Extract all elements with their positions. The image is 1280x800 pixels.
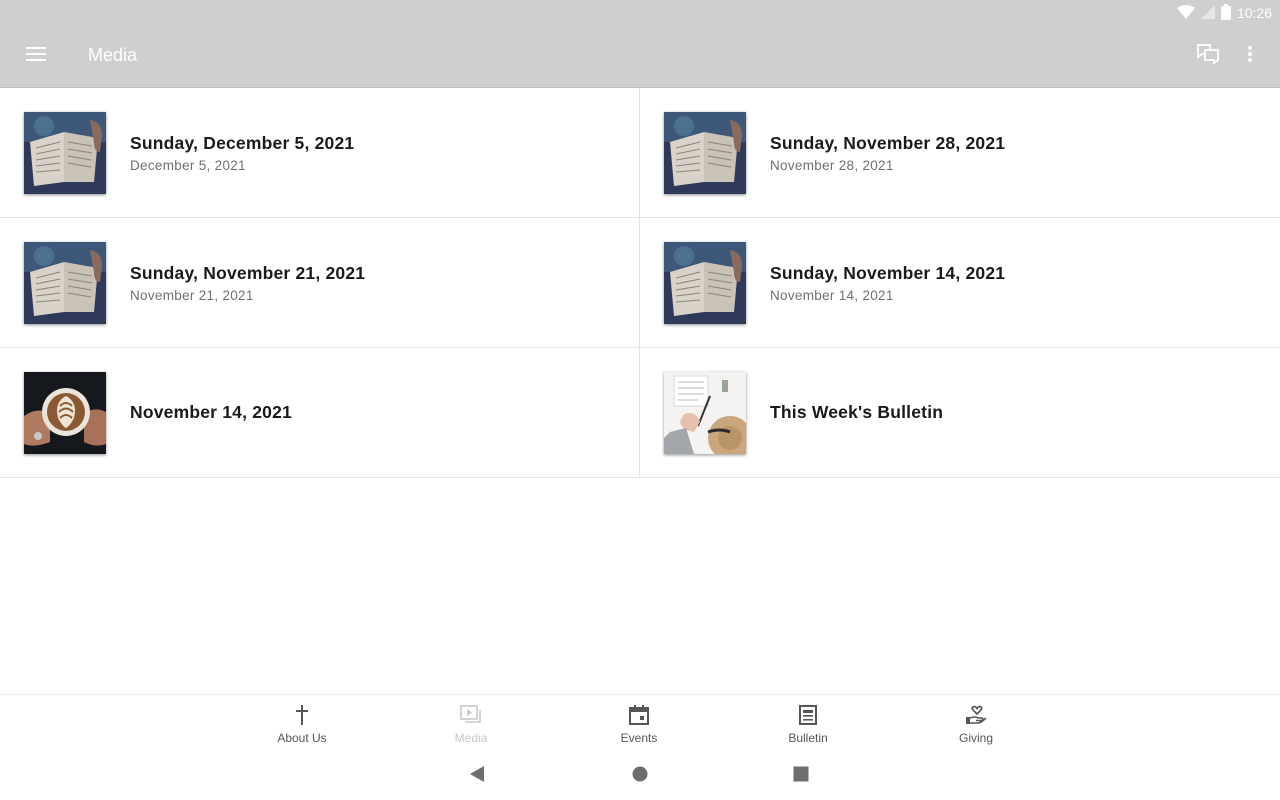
media-item[interactable]: Sunday, November 28, 2021 November 28, 2… (640, 88, 1280, 218)
more-vert-icon (1248, 45, 1252, 67)
app-bar: Media (0, 26, 1280, 88)
item-title: Sunday, December 5, 2021 (130, 132, 355, 153)
chat-icon (1197, 43, 1219, 69)
bible-thumbnail (24, 112, 106, 194)
media-item[interactable]: Sunday, November 14, 2021 November 14, 2… (640, 218, 1280, 348)
tab-label: Bulletin (788, 731, 828, 745)
bulletin-thumbnail (664, 372, 746, 454)
item-subtitle: December 5, 2021 (130, 157, 246, 173)
media-item[interactable]: Sunday, December 5, 2021 December 5, 202… (0, 88, 640, 218)
media-icon (459, 703, 483, 727)
bible-thumbnail (664, 242, 746, 324)
item-subtitle: November 28, 2021 (770, 157, 894, 173)
item-title: Sunday, November 28, 2021 (770, 132, 1006, 153)
media-item[interactable]: November 14, 2021 (0, 348, 640, 478)
system-nav-bar (0, 752, 1280, 800)
menu-button[interactable] (20, 40, 52, 72)
item-subtitle: November 21, 2021 (130, 287, 254, 303)
media-item[interactable]: This Week's Bulletin (640, 348, 1280, 478)
wifi-icon (1176, 4, 1195, 22)
bulletin-icon (796, 703, 820, 727)
item-title: Sunday, November 14, 2021 (770, 262, 1006, 283)
bottom-nav: About Us Media Events Bulletin Giving (0, 694, 1280, 753)
status-time: 10:26 (1236, 5, 1272, 21)
item-title: November 14, 2021 (130, 402, 292, 422)
status-icons: 10:26 (1176, 3, 1272, 23)
coffee-thumbnail (24, 372, 106, 454)
tab-label: Giving (958, 731, 993, 745)
item-title: Sunday, November 21, 2021 (130, 262, 366, 283)
cross-icon (290, 703, 314, 727)
tab-giving[interactable]: Giving (926, 703, 1026, 751)
media-item[interactable]: Sunday, November 21, 2021 November 21, 2… (0, 218, 640, 348)
signal-icon (1200, 4, 1215, 22)
tab-label: Events (620, 731, 658, 745)
tab-bulletin[interactable]: Bulletin (758, 703, 858, 751)
bible-thumbnail (24, 242, 106, 324)
tab-label: Media (454, 731, 488, 745)
item-title: This Week's Bulletin (770, 402, 944, 422)
back-button[interactable] (465, 764, 489, 788)
bible-thumbnail (664, 112, 746, 194)
home-circle-icon (632, 766, 648, 787)
tab-events[interactable]: Events (589, 703, 689, 751)
more-options-button[interactable] (1236, 40, 1264, 72)
recents-button[interactable] (789, 764, 813, 788)
calendar-icon (627, 703, 651, 727)
giving-icon (964, 703, 988, 727)
chat-button[interactable] (1192, 40, 1224, 72)
page-title: Media (88, 45, 138, 65)
status-bar: 10:26 (0, 0, 1280, 26)
media-grid: Sunday, December 5, 2021 December 5, 202… (0, 88, 1280, 478)
battery-icon (1220, 3, 1231, 23)
back-triangle-icon (469, 765, 485, 787)
hamburger-icon (26, 46, 46, 67)
tab-about-us[interactable]: About Us (252, 703, 352, 751)
home-button[interactable] (628, 764, 652, 788)
tab-label: About Us (277, 731, 327, 745)
tab-media[interactable]: Media (421, 703, 521, 751)
recents-square-icon (793, 766, 809, 787)
item-subtitle: November 14, 2021 (770, 287, 894, 303)
